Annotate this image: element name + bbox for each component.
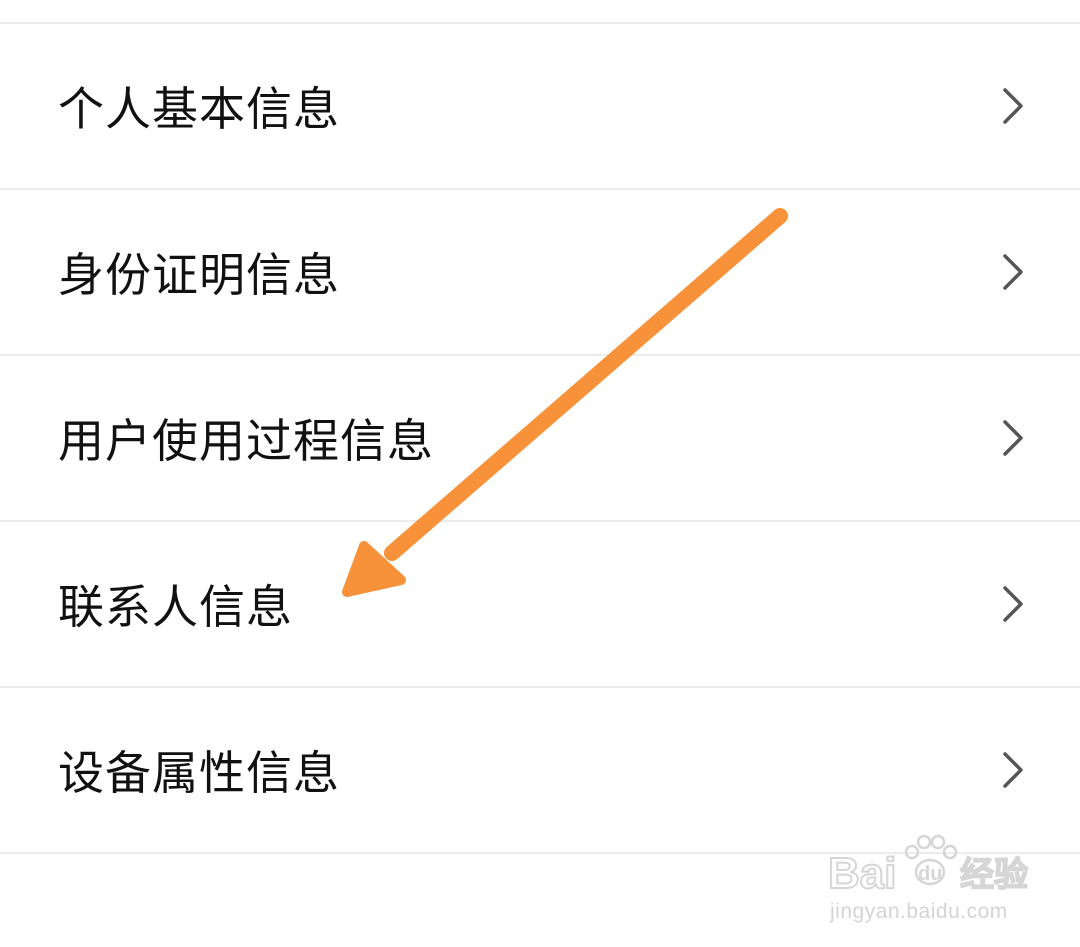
watermark-url: jingyan.baidu.com [830, 900, 1008, 923]
svg-text:du: du [918, 863, 942, 885]
list-item-personal-basic-info[interactable]: 个人基本信息 [0, 24, 1080, 190]
chevron-right-icon [1003, 752, 1023, 788]
list-item-usage-process-info[interactable]: 用户使用过程信息 [0, 356, 1080, 522]
svg-text:Bai: Bai [828, 849, 896, 898]
chevron-right-icon [1003, 88, 1023, 124]
chevron-right-icon [1003, 254, 1023, 290]
info-category-list: 个人基本信息 身份证明信息 用户使用过程信息 联系人信息 设备属性信息 [0, 22, 1080, 854]
list-item-label: 联系人信息 [58, 580, 293, 634]
list-item-label: 用户使用过程信息 [58, 414, 434, 468]
svg-text:经验: 经验 [960, 855, 1028, 895]
list-item-label: 身份证明信息 [58, 248, 340, 302]
list-item-label: 个人基本信息 [58, 82, 340, 136]
list-item-label: 设备属性信息 [58, 746, 340, 800]
chevron-right-icon [1003, 420, 1023, 456]
list-item-device-attributes-info[interactable]: 设备属性信息 [0, 688, 1080, 854]
chevron-right-icon [1003, 586, 1023, 622]
list-item-contacts-info[interactable]: 联系人信息 [0, 522, 1080, 688]
list-item-identity-info[interactable]: 身份证明信息 [0, 190, 1080, 356]
